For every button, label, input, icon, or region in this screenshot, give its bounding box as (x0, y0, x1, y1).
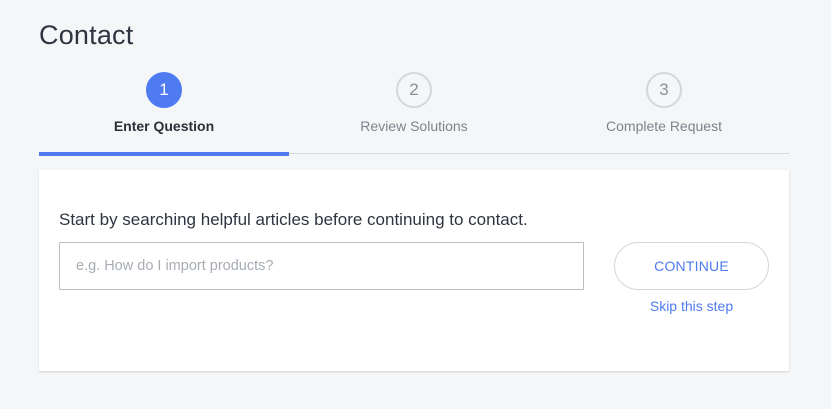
question-search-input[interactable] (59, 242, 584, 290)
continue-button[interactable]: CONTINUE (614, 242, 769, 290)
step-enter-question: 1 Enter Question (39, 70, 289, 156)
contact-page: Contact 1 Enter Question 2 Review Soluti… (0, 0, 831, 409)
step-number-badge: 1 (146, 72, 182, 108)
step-number-badge: 2 (396, 72, 432, 108)
progress-stepper: 1 Enter Question 2 Review Solutions 3 Co… (39, 70, 789, 156)
step-label: Enter Question (113, 118, 215, 134)
page-title: Contact (39, 20, 134, 50)
question-card: Start by searching helpful articles befo… (39, 170, 789, 371)
step-number-badge: 3 (646, 72, 682, 108)
step-review-solutions: 2 Review Solutions (289, 70, 539, 156)
step-label: Complete Request (606, 118, 722, 134)
step-label: Review Solutions (360, 118, 468, 134)
active-step-indicator (39, 152, 289, 156)
skip-step-link[interactable]: Skip this step (614, 298, 769, 314)
intro-text: Start by searching helpful articles befo… (59, 210, 528, 229)
step-complete-request: 3 Complete Request (539, 70, 789, 156)
